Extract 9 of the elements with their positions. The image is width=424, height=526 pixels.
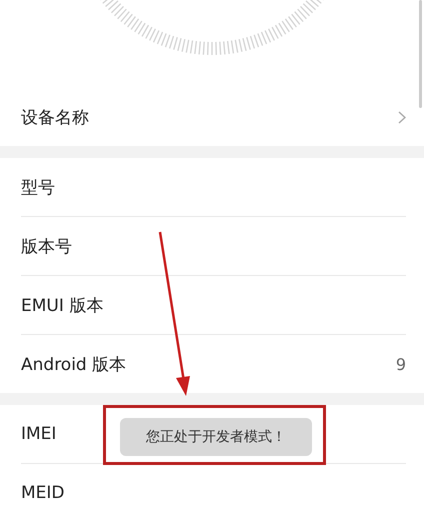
setting-label: IMEI <box>21 424 56 444</box>
setting-label: Android 版本 <box>21 354 126 376</box>
setting-label: 型号 <box>21 176 55 198</box>
setting-label: 版本号 <box>21 236 72 258</box>
setting-value: 9 <box>396 354 406 374</box>
setting-label: EMUI 版本 <box>21 294 104 316</box>
toast-message: 您正处于开发者模式！ <box>120 418 312 456</box>
setting-label: MEID <box>21 483 65 503</box>
setting-label: 设备名称 <box>21 106 89 128</box>
